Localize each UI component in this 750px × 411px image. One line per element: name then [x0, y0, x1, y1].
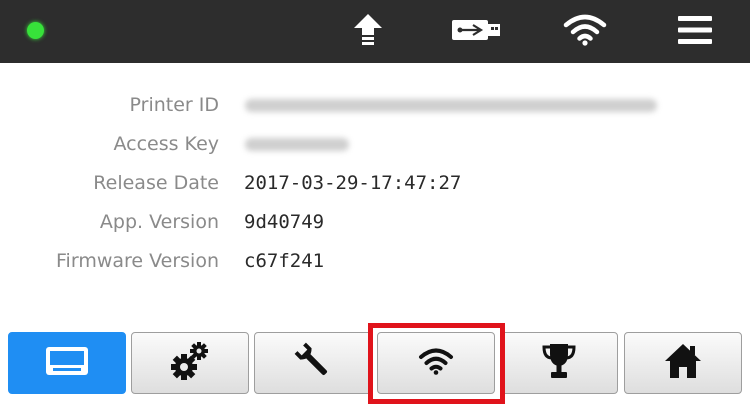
printer-info-panel: Printer ID Access Key Release Date 2017-… — [0, 63, 750, 323]
menu-icon[interactable] — [674, 10, 716, 50]
firmware-version-label: Firmware Version — [56, 250, 219, 272]
upload-icon[interactable] — [350, 10, 386, 50]
access-key-row: Access Key — [0, 129, 750, 159]
gears-icon — [170, 340, 210, 386]
app-version-row: App. Version 9d40749 — [0, 207, 750, 237]
nav-tools-button[interactable] — [254, 332, 372, 394]
app-version-label: App. Version — [99, 211, 219, 233]
status-led — [27, 22, 44, 39]
wifi-icon[interactable] — [562, 10, 608, 50]
release-date-row: Release Date 2017-03-29-17:47:27 — [0, 168, 750, 198]
printer-id-row: Printer ID — [0, 90, 750, 120]
nav-achievements-button[interactable] — [500, 332, 618, 394]
printer-icon — [45, 346, 89, 380]
access-key-redacted — [245, 138, 349, 151]
firmware-version-value: c67f241 — [244, 250, 325, 272]
access-key-label: Access Key — [113, 133, 219, 155]
nav-settings-button[interactable] — [131, 332, 249, 394]
printer-id-redacted — [245, 99, 657, 112]
usb-icon[interactable] — [450, 10, 502, 50]
wrench-icon — [293, 341, 333, 385]
selection-highlight — [368, 323, 505, 404]
firmware-version-row: Firmware Version c67f241 — [0, 246, 750, 276]
nav-home-button[interactable] — [624, 332, 742, 394]
trophy-icon — [541, 342, 577, 384]
release-date-label: Release Date — [93, 172, 219, 194]
home-icon — [663, 342, 703, 384]
printer-id-label: Printer ID — [129, 94, 219, 116]
release-date-value: 2017-03-29-17:47:27 — [244, 172, 462, 194]
top-bar — [0, 0, 750, 63]
nav-printer-info-button[interactable] — [8, 332, 126, 394]
app-version-value: 9d40749 — [244, 211, 325, 233]
